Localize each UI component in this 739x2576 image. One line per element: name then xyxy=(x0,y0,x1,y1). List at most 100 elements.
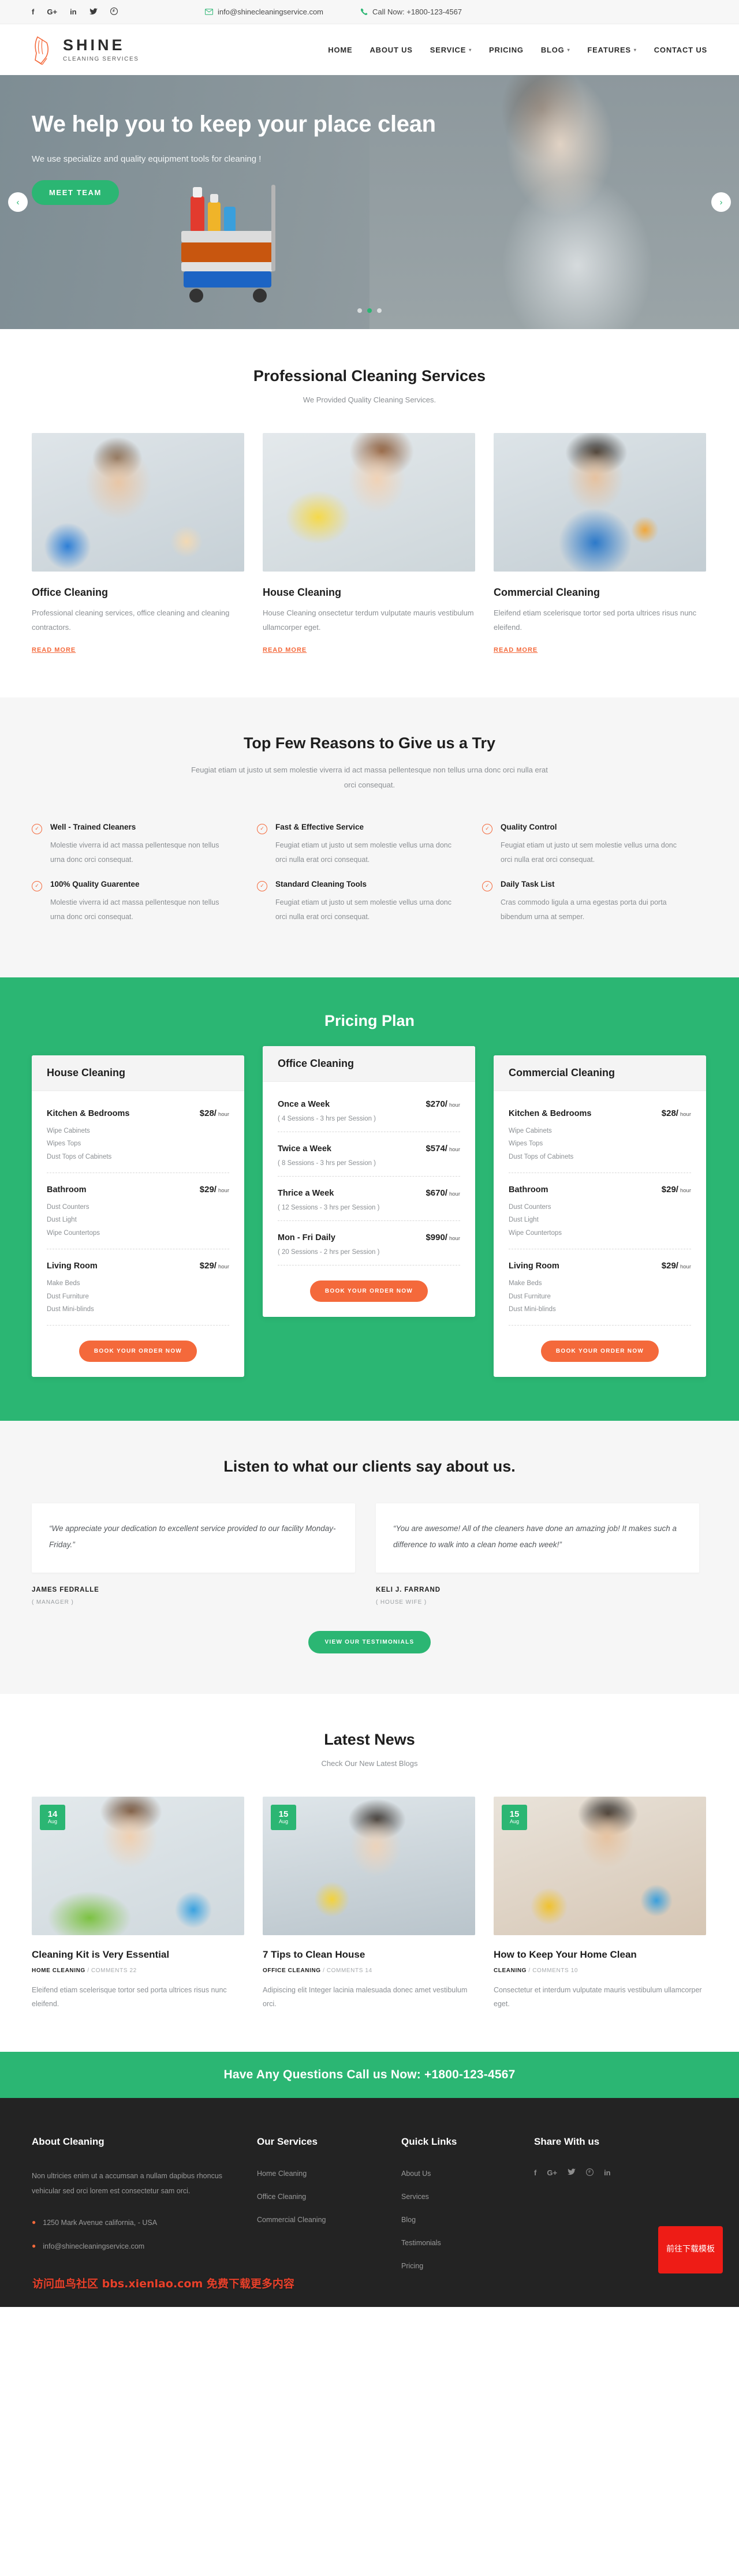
footer-link-testimonials[interactable]: Testimonials xyxy=(401,2239,441,2247)
news-category[interactable]: CLEANING xyxy=(494,1968,527,1974)
service-card-house-cleaning[interactable]: House Cleaning House Cleaning onsectetur… xyxy=(263,433,475,655)
footer-services-heading: Our Services xyxy=(257,2136,318,2147)
footer-about-heading: About Cleaning xyxy=(32,2136,104,2147)
pricing-row: Bathroom $29/hour Dust Counters Dust Lig… xyxy=(509,1173,691,1250)
read-more-link[interactable]: READ MORE xyxy=(263,647,307,654)
book-order-button[interactable]: BOOK YOUR ORDER NOW xyxy=(79,1341,197,1362)
facebook-icon[interactable]: f xyxy=(32,8,34,16)
linkedin-icon[interactable]: in xyxy=(604,2168,611,2177)
book-order-button[interactable]: BOOK YOUR ORDER NOW xyxy=(309,1280,428,1302)
google-plus-icon[interactable]: G+ xyxy=(547,2168,557,2177)
hero-dot-3[interactable] xyxy=(377,308,382,313)
linkedin-icon[interactable]: in xyxy=(70,8,77,16)
feature-item: Dust Mini-blinds xyxy=(47,1306,94,1313)
pricing-row-name: Bathroom xyxy=(47,1185,87,1194)
google-plus-icon[interactable]: G+ xyxy=(47,8,57,16)
nav-item-pricing[interactable]: PRICING xyxy=(489,46,524,54)
nav-item-home[interactable]: HOME xyxy=(328,46,352,54)
pricing-row-name: Bathroom xyxy=(509,1185,548,1194)
envelope-icon: ● xyxy=(32,2242,36,2250)
price-unit: hour xyxy=(218,1264,229,1271)
news-card-title: How to Keep Your Home Clean xyxy=(494,1948,637,1960)
hero-next-arrow[interactable]: › xyxy=(711,192,731,212)
news-image: 15 Aug xyxy=(263,1796,475,1935)
testimonial-card: “You are awesome! All of the cleaners ha… xyxy=(376,1503,699,1573)
feature-item: Dust Furniture xyxy=(47,1293,89,1300)
services-section: Professional Cleaning Services We Provid… xyxy=(0,329,739,697)
news-category[interactable]: HOME CLEANING xyxy=(32,1968,85,1974)
price-value: $29/ xyxy=(199,1261,217,1271)
footer-list-item: Testimonials xyxy=(401,2238,534,2248)
news-day: 15 xyxy=(509,1809,520,1820)
price-unit: hour xyxy=(449,1235,460,1242)
hero-dot-2-active[interactable] xyxy=(367,308,372,313)
view-testimonials-button[interactable]: VIEW OUR TESTIMONIALS xyxy=(308,1630,431,1653)
pricing-row-name: Once a Week xyxy=(278,1099,330,1109)
footer-link-about-us[interactable]: About Us xyxy=(401,2170,431,2178)
testimonial-card: “We appreciate your dedication to excell… xyxy=(32,1503,355,1573)
top-email[interactable]: info@shinecleaningservice.com xyxy=(205,8,323,16)
hero-dot-1[interactable] xyxy=(357,308,362,313)
nav-label: HOME xyxy=(328,45,353,54)
pricing-row: Thrice a Week $670/hour ( 12 Sessions - … xyxy=(278,1177,460,1221)
twitter-icon[interactable] xyxy=(568,2168,576,2177)
price-value: $28/ xyxy=(199,1108,217,1118)
nav-label: PRICING xyxy=(489,45,524,54)
meet-team-button[interactable]: MEET TEAM xyxy=(32,180,119,206)
news-card[interactable]: 15 Aug 7 Tips to Clean House OFFICE CLEA… xyxy=(263,1796,475,2011)
logo-name: SHINE xyxy=(63,36,125,54)
download-template-button[interactable]: 前往下载模板 xyxy=(658,2226,723,2273)
news-card-title: 7 Tips to Clean House xyxy=(263,1948,365,1960)
nav-item-contact-us[interactable]: CONTACT US xyxy=(654,46,707,54)
footer-link-office-cleaning[interactable]: Office Cleaning xyxy=(257,2193,306,2201)
pricing-row: Kitchen & Bedrooms $28/hour Wipe Cabinet… xyxy=(47,1097,229,1173)
footer-email[interactable]: ● info@shinecleaningservice.com xyxy=(32,2241,225,2253)
pricing-card-office-cleaning: Office Cleaning Once a Week $270/hour ( … xyxy=(263,1046,475,1317)
service-card-office-cleaning[interactable]: Office Cleaning Professional cleaning se… xyxy=(32,433,244,655)
site-logo[interactable]: SHINE CLEANING SERVICES xyxy=(32,35,139,65)
pinterest-icon[interactable] xyxy=(586,2168,594,2178)
footer-list-item: Services xyxy=(401,2192,534,2202)
footer-link-blog[interactable]: Blog xyxy=(401,2216,416,2224)
pricing-row-price: $670/hour xyxy=(426,1188,460,1198)
top-phone[interactable]: Call Now: +1800-123-4567 xyxy=(360,8,462,16)
nav-item-about-us[interactable]: ABOUT US xyxy=(370,46,412,54)
pinterest-icon[interactable] xyxy=(110,7,118,16)
hero-prev-arrow[interactable]: ‹ xyxy=(8,192,28,212)
chevron-down-icon: ▾ xyxy=(633,47,637,53)
reason-title: Daily Task List xyxy=(500,879,555,888)
price-unit: hour xyxy=(449,1146,460,1153)
footer-link-services[interactable]: Services xyxy=(401,2193,429,2201)
news-category[interactable]: OFFICE CLEANING xyxy=(263,1968,321,1974)
read-more-link[interactable]: READ MORE xyxy=(494,647,538,654)
news-card[interactable]: 15 Aug How to Keep Your Home Clean CLEAN… xyxy=(494,1796,706,2011)
envelope-icon xyxy=(205,9,213,15)
testimonial-item: “We appreciate your dedication to excell… xyxy=(32,1503,355,1606)
footer-link-home-cleaning[interactable]: Home Cleaning xyxy=(257,2170,307,2178)
nav-item-blog[interactable]: BLOG ▾ xyxy=(541,46,570,54)
book-order-button[interactable]: BOOK YOUR ORDER NOW xyxy=(540,1341,659,1362)
service-card-commercial-cleaning[interactable]: Commercial Cleaning Eleifend etiam scele… xyxy=(494,433,706,655)
service-card-title: House Cleaning xyxy=(263,587,342,598)
service-card-text: Eleifend etiam scelerisque tortor sed po… xyxy=(494,608,697,632)
service-image xyxy=(263,433,475,572)
news-card[interactable]: 14 Aug Cleaning Kit is Very Essential HO… xyxy=(32,1796,244,2011)
nav-item-features[interactable]: FEATURES ▾ xyxy=(587,46,636,54)
news-card-text: Eleifend etiam scelerisque tortor sed po… xyxy=(32,1985,227,2008)
pricing-row-name: Thrice a Week xyxy=(278,1188,334,1198)
feature-item: Wipe Countertops xyxy=(509,1229,562,1237)
price-unit: hour xyxy=(680,1264,691,1271)
main-navigation: SHINE CLEANING SERVICES HOME ABOUT US SE… xyxy=(0,24,739,75)
nav-label: CONTACT US xyxy=(654,45,707,54)
reasons-subtitle: Feugiat etiam ut justo ut sem molestie v… xyxy=(191,765,548,789)
twitter-icon[interactable] xyxy=(89,8,98,16)
footer-link-commercial-cleaning[interactable]: Commercial Cleaning xyxy=(257,2216,326,2224)
facebook-icon[interactable]: f xyxy=(534,2168,536,2177)
chevron-down-icon: ▾ xyxy=(469,47,472,53)
pricing-features: Wipe Cabinets Wipes Tops Dust Tops of Ca… xyxy=(47,1125,229,1163)
feature-item: Dust Light xyxy=(47,1216,77,1224)
news-date-badge: 15 Aug xyxy=(271,1804,296,1830)
nav-item-service[interactable]: SERVICE ▾ xyxy=(430,46,472,54)
read-more-link[interactable]: READ MORE xyxy=(32,647,76,654)
footer-link-pricing[interactable]: Pricing xyxy=(401,2262,423,2270)
